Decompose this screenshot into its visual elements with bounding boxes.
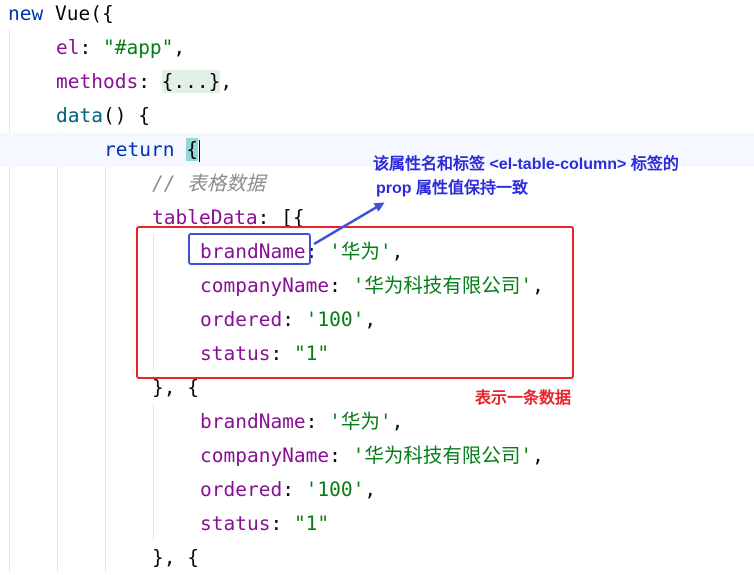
- code-editor[interactable]: new Vue({ el: "#app", methods: {...}, da…: [0, 0, 754, 573]
- annotation-arrow: [313, 202, 385, 246]
- annotation-record-note: 表示一条数据: [475, 390, 572, 407]
- annotation-prop-note-line1: 该属性名和标签 <el-table-column> 标签的: [373, 156, 679, 173]
- annotation-prop-note-line2: prop 属性值保持一致: [376, 180, 528, 197]
